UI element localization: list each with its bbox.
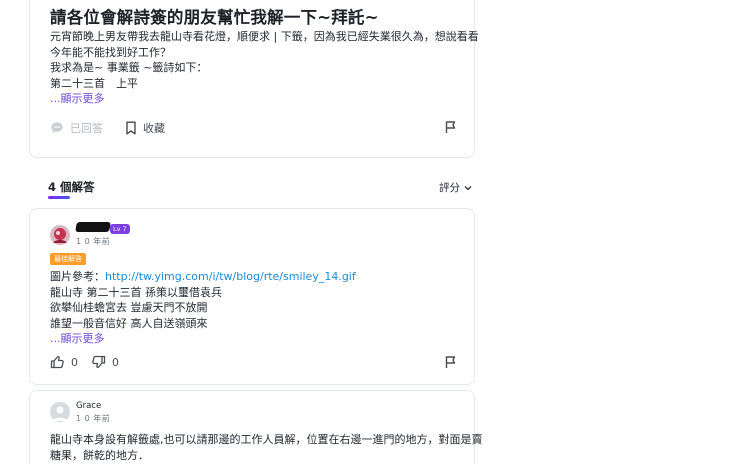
image-ref-label: 圖片參考：	[50, 270, 105, 283]
question-body: 元宵節晚上男友帶我去龍山寺看花燈，順便求 | 下籤，因為我已經失業很久為，想說看…	[50, 29, 479, 107]
answer-line: 龍山寺 第二十三首 孫策以璽借袁兵	[50, 285, 222, 299]
answers-tab-underline	[48, 196, 70, 199]
answer-show-more-link[interactable]: ...顯示更多	[50, 331, 470, 347]
answer-line: 糖果，餅乾的地方．	[50, 449, 149, 462]
redacted-username	[75, 222, 111, 232]
bookmark-icon	[125, 121, 137, 135]
bookmark-button[interactable]: 收藏	[125, 120, 165, 136]
image-ref-link[interactable]: http://tw.yimg.com/i/tw/blog/rte/smiley_…	[105, 270, 356, 283]
answer-body: 圖片參考：http://tw.yimg.com/i/tw/blog/rte/sm…	[50, 269, 470, 347]
thumbs-up-icon	[50, 355, 65, 369]
best-answer-badge: 最佳解答	[50, 253, 86, 265]
dislike-count: 0	[112, 355, 119, 369]
question-title: 請各位會解詩簽的朋友幫忙我解一下~拜託~	[50, 8, 379, 27]
question-card: 請各位會解詩簽的朋友幫忙我解一下~拜託~ 元宵節晚上男友帶我去龍山寺看花燈，順便…	[29, 0, 479, 158]
report-flag-button[interactable]	[444, 355, 458, 369]
dislike-button[interactable]: 0	[91, 355, 119, 369]
answer-card: Lv 7 1 0 年前 最佳解答 圖片參考：http://tw.yimg.com…	[29, 208, 475, 385]
sort-dropdown[interactable]: 評分	[439, 180, 472, 195]
question-line: 今年能不能找到好工作？	[50, 45, 171, 59]
sort-label: 評分	[439, 182, 460, 194]
flag-icon	[444, 355, 458, 369]
comment-icon	[50, 121, 64, 135]
answer-button[interactable]: 已回答	[50, 120, 103, 136]
report-flag-button[interactable]	[444, 120, 458, 134]
answer-line: 龍山寺本身設有解籤處,也可以請那邊的工作人員解，位置在右邊一進門的地方，對面是賣	[50, 433, 483, 446]
answer-time: 1 0 年前	[76, 414, 111, 423]
answer-line: 欲攀仙桂蟾宮去 豈慮天門不放開	[50, 301, 208, 314]
answer-button-label: 已回答	[70, 122, 103, 135]
answers-count-tab[interactable]: 4 個解答	[48, 179, 95, 195]
question-line: 第二十三首 上平	[50, 76, 138, 90]
answer-body: 龍山寺本身設有解籤處,也可以請那邊的工作人員解，位置在右邊一進門的地方，對面是賣…	[50, 432, 483, 464]
answer-line: 圖片參考：http://tw.yimg.com/i/tw/blog/rte/sm…	[50, 269, 470, 285]
answer-time: 1 0 年前	[76, 237, 111, 246]
thumbs-down-icon	[91, 355, 106, 369]
answer-line: 誰望一般音信好 高人自送嶺頭來	[50, 316, 208, 330]
avatar[interactable]	[50, 402, 70, 422]
answer-card: Grace 1 0 年前 龍山寺本身設有解籤處,也可以請那邊的工作人員解，位置在…	[29, 390, 483, 464]
like-button[interactable]: 0	[50, 355, 78, 369]
question-line: 我求為是~ 事業籤 ~籤詩如下：	[50, 61, 208, 74]
question-actions: 已回答 收藏	[50, 120, 462, 138]
like-count: 0	[71, 355, 78, 369]
answer-actions: 0 0	[50, 355, 462, 373]
level-badge: Lv 7	[110, 224, 130, 234]
flag-icon	[444, 120, 458, 134]
answer-username[interactable]: Grace	[76, 401, 101, 411]
chevron-down-icon	[464, 185, 472, 191]
question-show-more-link[interactable]: ...顯示更多	[50, 91, 470, 107]
question-line: 元宵節晚上男友帶我去龍山寺看花燈，順便求 | 下籤，因為我已經失業很久為，想說看…	[50, 30, 479, 43]
bookmark-label: 收藏	[143, 122, 165, 135]
avatar[interactable]	[50, 225, 70, 245]
